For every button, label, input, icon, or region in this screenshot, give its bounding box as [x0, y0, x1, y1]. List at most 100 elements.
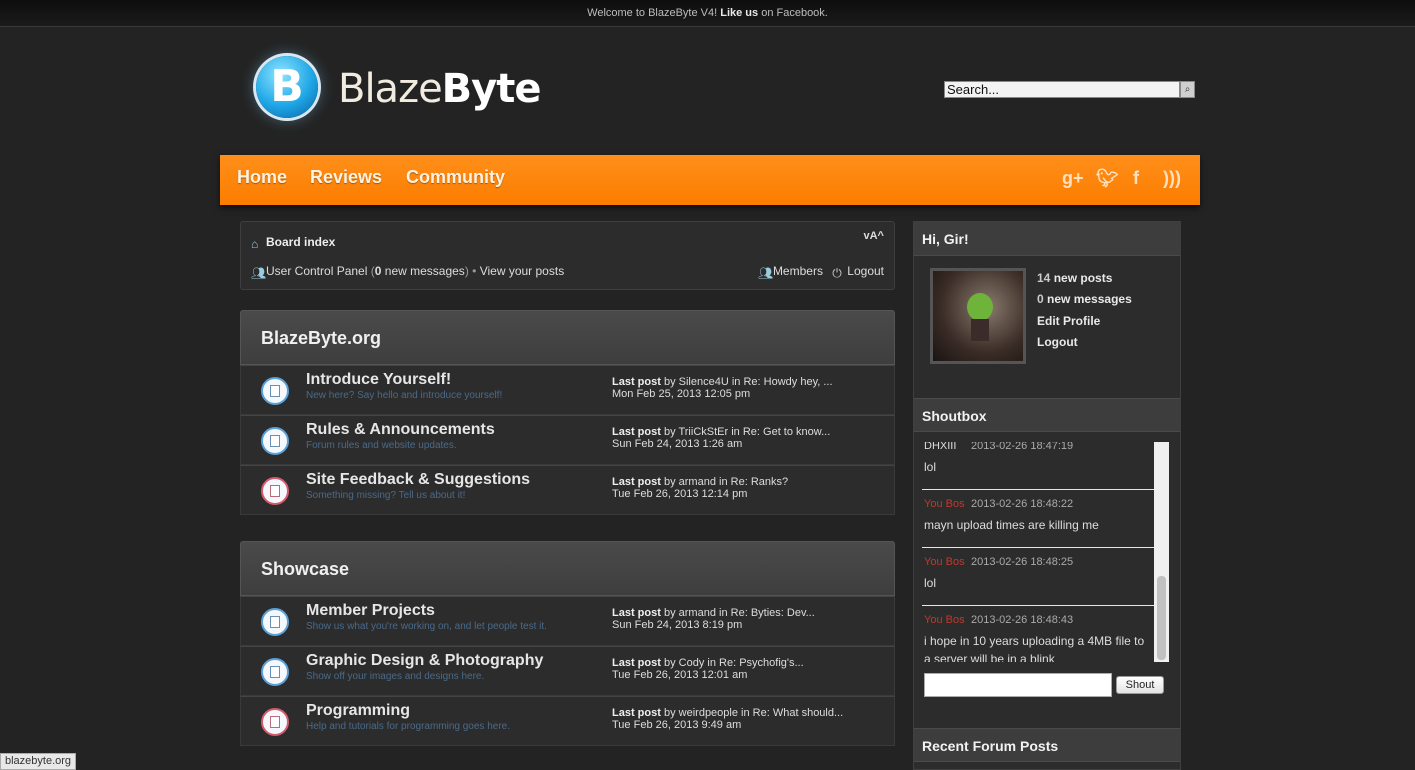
search-input[interactable] [944, 81, 1180, 98]
shout-message: i hope in 10 years uploading a 4MB file … [924, 634, 1145, 662]
ucp-link[interactable]: User Control Panel [266, 264, 367, 278]
forum-description: Show us what you're working on, and let … [306, 621, 547, 632]
shout-user[interactable]: You Bos [924, 556, 965, 568]
site-name-part1: Blaze [338, 66, 443, 112]
avatar[interactable] [930, 268, 1026, 364]
breadcrumb-panel: ⌂ Board index vA^ 👥︎User Control Panel (0… [240, 221, 895, 290]
sidebar: Hi, Gir! 14 new posts 0 new messages Edi… [913, 221, 1181, 770]
last-post-label: Last post [612, 657, 661, 669]
site-name[interactable]: BlazeByte [338, 66, 542, 112]
shout-input[interactable] [924, 673, 1112, 697]
view-posts-link[interactable]: View your posts [480, 264, 565, 278]
members-link[interactable]: Members [773, 264, 823, 278]
sidebar-logout-link[interactable]: Logout [1037, 335, 1078, 349]
last-post-topic[interactable]: Re: Ranks? [731, 476, 788, 488]
shout-entry: You Bos 2013-02-26 18:48:25 lol [922, 548, 1154, 606]
facebook-text: on Facebook. [761, 7, 828, 19]
last-post-info: Last post by Silence4U in Re: Howdy hey,… [612, 376, 833, 400]
last-post-date: Tue Feb 26, 2013 12:01 am [612, 669, 748, 681]
last-post-topic[interactable]: Re: Howdy hey, ... [743, 376, 832, 388]
new-messages-label-side: new messages [1047, 292, 1132, 306]
scrollbar-thumb[interactable] [1157, 576, 1166, 660]
last-post-topic[interactable]: Re: What should... [753, 707, 844, 719]
last-post-label: Last post [612, 607, 661, 619]
last-post-label: Last post [612, 707, 661, 719]
shout-time: 2013-02-26 18:48:25 [971, 556, 1074, 568]
edit-profile-link[interactable]: Edit Profile [1037, 314, 1100, 328]
nav-home[interactable]: Home [237, 167, 287, 188]
last-post-info: Last post by weirdpeople in Re: What sho… [612, 707, 843, 731]
last-post-user[interactable]: armand [679, 476, 716, 488]
new-posts-count: 14 [1037, 271, 1051, 285]
forum-unread-icon [261, 708, 289, 736]
twitter-icon[interactable]: 🐦︎ [1096, 168, 1119, 189]
forum-title[interactable]: Programming [306, 702, 410, 720]
rss-icon[interactable]: ))) [1163, 168, 1181, 189]
status-url: blazebyte.org [0, 753, 77, 770]
search-box: ⌕ [944, 81, 1195, 98]
shout-message: lol [924, 576, 937, 590]
last-post-user[interactable]: TriiCkStEr [678, 426, 728, 438]
last-post-user[interactable]: armand [679, 607, 716, 619]
google-plus-icon[interactable]: g+ [1062, 168, 1084, 189]
nav-reviews[interactable]: Reviews [310, 167, 382, 188]
font-size-control[interactable]: vA^ [864, 230, 885, 242]
shoutbox-scrollbar[interactable] [1154, 442, 1169, 662]
forum-read-icon [261, 658, 289, 686]
last-post-info: Last post by TriiCkStEr in Re: Get to kn… [612, 426, 830, 450]
facebook-icon[interactable]: f [1133, 168, 1139, 189]
like-us-link[interactable]: Like us [720, 7, 758, 19]
last-post-label: Last post [612, 376, 661, 388]
last-post-user[interactable]: Cody [679, 657, 705, 669]
last-post-by: by [663, 376, 676, 388]
forum-read-icon [261, 427, 289, 455]
forum-title[interactable]: Introduce Yourself! [306, 371, 451, 389]
site-logo[interactable]: B [256, 56, 318, 118]
forum-description: New here? Say hello and introduce yourse… [306, 390, 503, 401]
board-index-link[interactable]: Board index [266, 235, 335, 249]
last-post-by: by [663, 707, 676, 719]
new-messages-link[interactable]: new messages [385, 264, 465, 278]
new-posts-link[interactable]: 14 new posts [1037, 271, 1112, 285]
shout-user[interactable]: You Bos [924, 614, 965, 626]
welcome-text: Welcome to BlazeByte V4! [587, 7, 718, 19]
last-post-topic[interactable]: Re: Byties: Dev... [731, 607, 815, 619]
new-messages-link-side[interactable]: 0 new messages [1037, 292, 1132, 306]
forum-title[interactable]: Rules & Announcements [306, 421, 495, 439]
last-post-topic[interactable]: Re: Get to know... [743, 426, 830, 438]
shout-button[interactable]: Shout [1116, 676, 1164, 694]
last-post-user[interactable]: Silence4U [679, 376, 729, 388]
shout-entry: You Bos 2013-02-26 18:48:43 i hope in 10… [922, 606, 1154, 662]
logout-icon: ⏻ [832, 266, 842, 280]
forum-read-icon [261, 608, 289, 636]
home-icon: ⌂ [251, 237, 259, 251]
category-title[interactable]: Showcase [240, 541, 895, 596]
forum-unread-icon [261, 477, 289, 505]
forum-row: Member Projects Show us what you're work… [240, 596, 895, 646]
last-post-in: in [719, 607, 728, 619]
shout-user[interactable]: DHXIII [924, 442, 956, 452]
forum-title[interactable]: Graphic Design & Photography [306, 652, 543, 670]
members-icon: 👥︎ [757, 266, 774, 280]
search-icon[interactable]: ⌕ [1180, 81, 1195, 98]
shout-entry: You Bos 2013-02-26 18:48:22 mayn upload … [922, 490, 1154, 548]
shout-message: lol [924, 460, 937, 474]
forum-row: Introduce Yourself! New here? Say hello … [240, 365, 895, 415]
last-post-topic[interactable]: Re: Psychofig's... [719, 657, 804, 669]
forum-row: Programming Help and tutorials for progr… [240, 696, 895, 746]
category-title[interactable]: BlazeByte.org [240, 310, 895, 365]
site-name-part2: Byte [441, 66, 542, 112]
breadcrumb: ⌂ Board index [251, 235, 335, 251]
nav-community[interactable]: Community [406, 167, 505, 188]
logout-link[interactable]: Logout [847, 264, 884, 278]
forum-row: Rules & Announcements Forum rules and we… [240, 415, 895, 465]
new-messages-count: 0 [374, 264, 382, 278]
last-post-in: in [731, 426, 740, 438]
welcome-bar: Welcome to BlazeByte V4! Like us on Face… [0, 0, 1415, 27]
main-navigation: Home Reviews Community g+ 🐦︎ f ))) [220, 155, 1200, 205]
last-post-user[interactable]: weirdpeople [679, 707, 738, 719]
forum-title[interactable]: Member Projects [306, 602, 435, 620]
forum-title[interactable]: Site Feedback & Suggestions [306, 471, 530, 489]
shoutbox-title: Shoutbox [914, 398, 1180, 432]
shout-user[interactable]: You Bos [924, 498, 965, 510]
